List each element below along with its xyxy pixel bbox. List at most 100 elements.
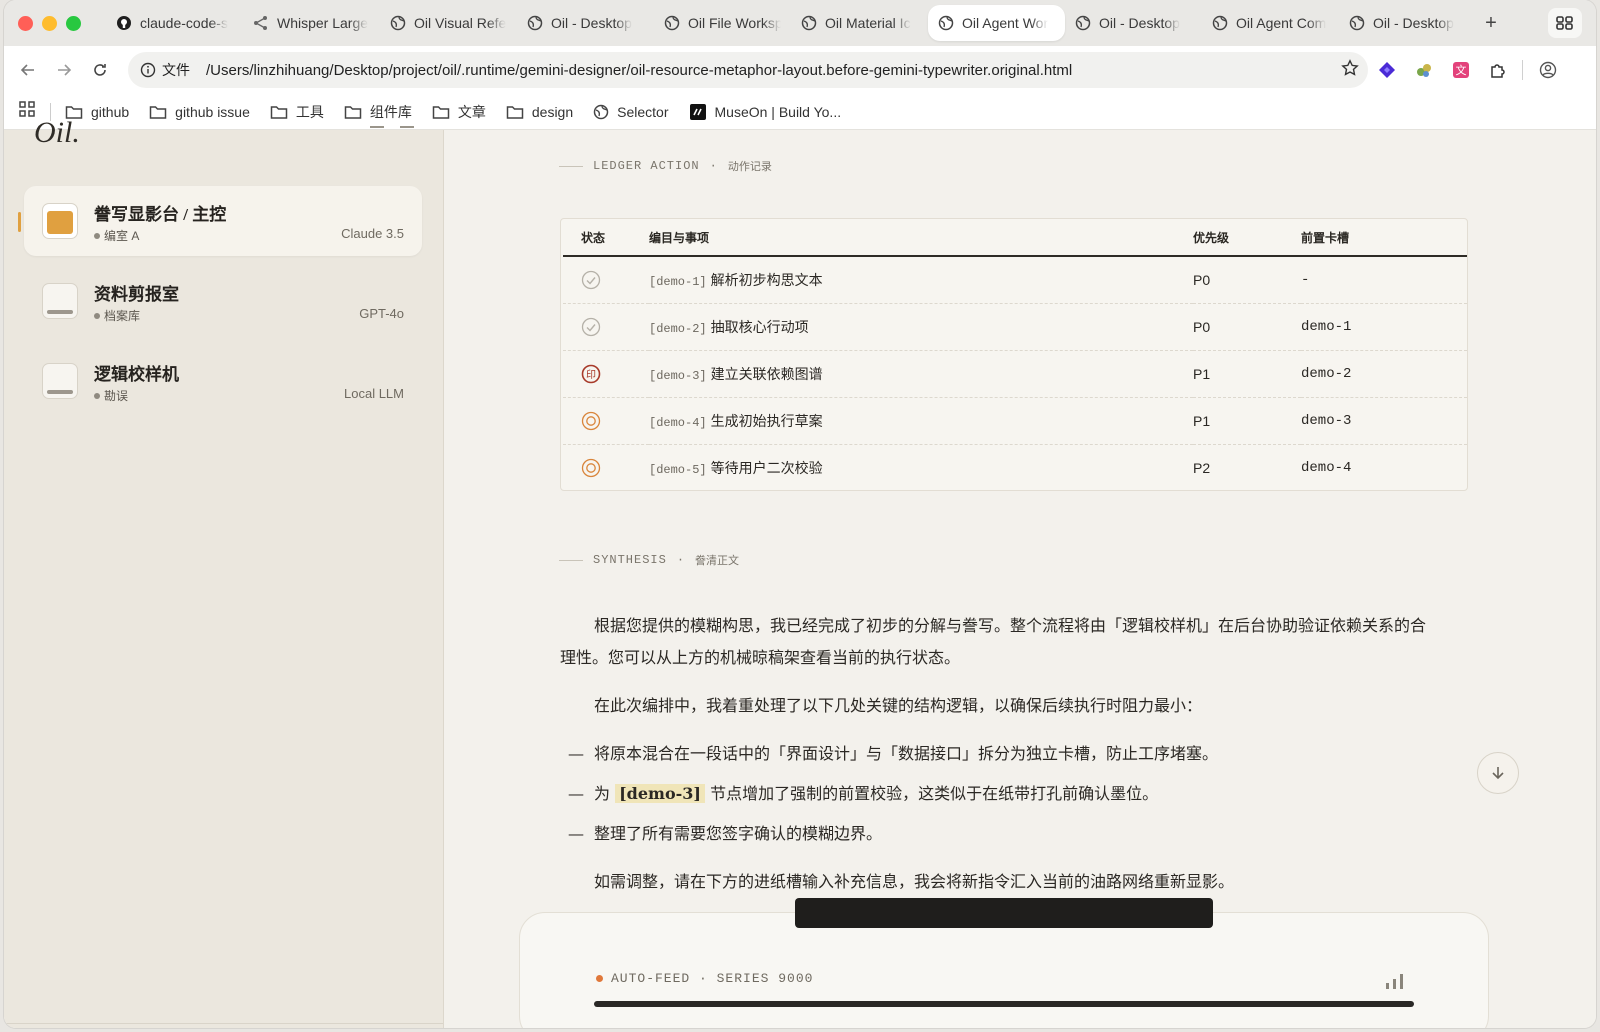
bookmark-star-icon[interactable] — [1332, 58, 1368, 82]
scroll-down-button[interactable] — [1477, 752, 1519, 794]
reload-icon[interactable] — [82, 52, 118, 88]
priority-cell: P1 — [1193, 350, 1301, 398]
sidebar-divider — [4, 1023, 443, 1024]
github-icon — [116, 15, 132, 31]
minimize-window-button[interactable] — [42, 15, 57, 31]
priority-cell: P2 — [1193, 459, 1211, 476]
dependency-cell: demo-2 — [1301, 350, 1467, 398]
table-row[interactable]: [demo-2] 抽取核心行动项 P0 demo-1 — [563, 303, 1467, 351]
sidebar-item[interactable]: 誊写显影台 / 主控 编室 A Claude 3.5 — [24, 186, 422, 256]
sidebar-item[interactable]: 逻辑校样机 勘误 Local LLM — [24, 346, 422, 416]
tab-9[interactable]: Oil Agent Com — [1202, 5, 1339, 41]
status-dot — [596, 975, 603, 982]
globe-icon — [527, 15, 543, 31]
item-id: [demo-2] — [649, 321, 707, 336]
item-id: [demo-5] — [649, 462, 707, 477]
status-cell — [563, 303, 649, 351]
globe-icon — [664, 15, 680, 31]
new-tab-button[interactable]: + — [1476, 12, 1506, 35]
sidebar-control-2[interactable] — [400, 126, 414, 128]
bookmark-item[interactable]: 文章 — [432, 102, 486, 122]
item-cell: [demo-3] 建立关联依赖图谱 — [649, 350, 1193, 398]
label-rule — [559, 559, 583, 561]
table-row[interactable]: [demo-1] 解析初步构思文本 P0- — [563, 256, 1467, 304]
bookmark-item[interactable]: Selector — [593, 103, 669, 120]
svg-text:印: 印 — [586, 369, 596, 381]
tab-search-icon[interactable] — [1548, 8, 1582, 38]
tab-8[interactable]: Oil - Desktop — [1065, 5, 1202, 41]
tab-3[interactable]: Oil Visual Refe — [380, 5, 517, 41]
bookmark-label: MuseOn | Build Yo... — [714, 103, 842, 120]
tab-label: Oil Agent Wor — [962, 15, 1049, 31]
document-thumbnail-icon — [42, 203, 78, 239]
bookmark-item[interactable]: design — [506, 104, 573, 120]
status-pending-icon — [581, 458, 649, 478]
item-title: 解析初步构思文本 — [710, 271, 823, 288]
item-cell: [demo-4] 生成初始执行草案 — [649, 397, 1193, 445]
extensions-icon[interactable] — [1479, 52, 1516, 88]
globe-icon — [390, 15, 406, 31]
bookmark-item[interactable]: github issue — [149, 104, 250, 120]
paper-feed-rail — [594, 1001, 1414, 1007]
tab-10[interactable]: Oil - Desktop — [1339, 5, 1476, 41]
tab-2[interactable]: Whisper Large — [243, 5, 380, 41]
ledger-table-card: 状态 编目与事项 优先级 前置卡槽 [demo-1] 解析初步构思文本 P0- [de… — [560, 218, 1468, 491]
sidebar-item-subtitle: 勘误 — [94, 387, 128, 404]
table-row[interactable]: [demo-5] 等待用户二次校验 P2 demo-4 — [563, 444, 1467, 491]
globe-icon — [1075, 15, 1091, 31]
tab-label: Oil File Worksp — [688, 15, 781, 31]
document-thumbnail-icon — [42, 363, 78, 399]
extension-puzzle-green-icon[interactable] — [1405, 52, 1442, 88]
close-window-button[interactable] — [18, 15, 33, 31]
forward-icon[interactable] — [46, 52, 82, 88]
tab-6[interactable]: Oil Material Ic — [791, 5, 928, 41]
bookmark-label: Selector — [617, 103, 669, 120]
typewriter-carriage-bar — [795, 898, 1213, 928]
item-title: 生成初始执行草案 — [710, 412, 823, 429]
label-rule — [559, 165, 583, 167]
bookmark-item[interactable]: MuseOn | Build Yo... — [689, 103, 842, 121]
app-page: Oil. 誊写显影台 / 主控 编室 A Claude 3.5 资料剪报室 档案库 GPT… — [4, 116, 1596, 1028]
ledger-table: 状态 编目与事项 优先级 前置卡槽 [demo-1] 解析初步构思文本 P0- [de… — [563, 219, 1467, 491]
sidebar-item-subtitle: 编室 A — [94, 227, 139, 244]
file-badge: 文件 — [162, 62, 190, 78]
sidebar-item-model: Claude 3.5 — [341, 226, 404, 241]
tab-7[interactable]: Oil Agent Wor — [928, 5, 1065, 41]
priority-cell: P1 — [1193, 397, 1301, 445]
tabs: claude-code-s Whisper Large Oil Visual Ref… — [106, 0, 1476, 46]
document-thumbnail-icon — [42, 283, 78, 319]
tab-4[interactable]: Oil - Desktop — [517, 5, 654, 41]
sidebar-item[interactable]: 资料剪报室 档案库 GPT-4o — [24, 266, 422, 336]
back-icon[interactable] — [10, 52, 46, 88]
sidebar-item-subtitle: 档案库 — [94, 307, 140, 324]
extension-diamond-icon[interactable] — [1368, 52, 1405, 88]
sidebar-item-title: 资料剪报室 — [94, 285, 179, 304]
profile-icon[interactable] — [1529, 52, 1566, 88]
col-dep-header: 前置卡槽 — [1301, 219, 1467, 257]
url-text[interactable]: /Users/linzhihuang/Desktop/project/oil/.… — [206, 62, 1332, 79]
table-row[interactable]: [demo-4] 生成初始执行草案 P1 demo-3 — [563, 397, 1467, 445]
address-bar[interactable]: 文件 /Users/linzhihuang/Desktop/project/oi… — [128, 52, 1368, 88]
folder-icon — [506, 104, 524, 120]
active-indicator — [18, 212, 21, 232]
bookmark-item[interactable]: 工具 — [270, 102, 324, 122]
priority-cell: P0 — [1193, 256, 1301, 304]
dependency-cell: demo-4 — [1301, 459, 1352, 476]
signal-bars-icon — [1384, 971, 1410, 989]
bookmark-item[interactable]: 组件库 — [344, 102, 412, 122]
tab-label: claude-code-s — [140, 15, 228, 31]
sidebar-control-1[interactable] — [370, 126, 384, 128]
site-info-button[interactable]: 文件 — [140, 60, 206, 80]
feed-label: AUTO-FEED · SERIES 9000 — [596, 971, 813, 986]
table-row[interactable]: 印 [demo-3] 建立关联依赖图谱 P1 demo-2 — [563, 350, 1467, 398]
bookmark-label: 工具 — [295, 103, 324, 120]
tab-5[interactable]: Oil File Worksp — [654, 5, 791, 41]
maximize-window-button[interactable] — [66, 15, 81, 31]
table-header-row: 状态 编目与事项 优先级 前置卡槽 — [563, 219, 1467, 257]
ledger-label-sep: · — [709, 159, 718, 173]
tab-1[interactable]: claude-code-s — [106, 5, 243, 41]
list-dash: — — [568, 784, 584, 803]
museon-icon — [689, 103, 707, 121]
extension-translate-icon[interactable]: 文 — [1442, 52, 1479, 88]
item-title: 建立关联依赖图谱 — [710, 365, 823, 382]
